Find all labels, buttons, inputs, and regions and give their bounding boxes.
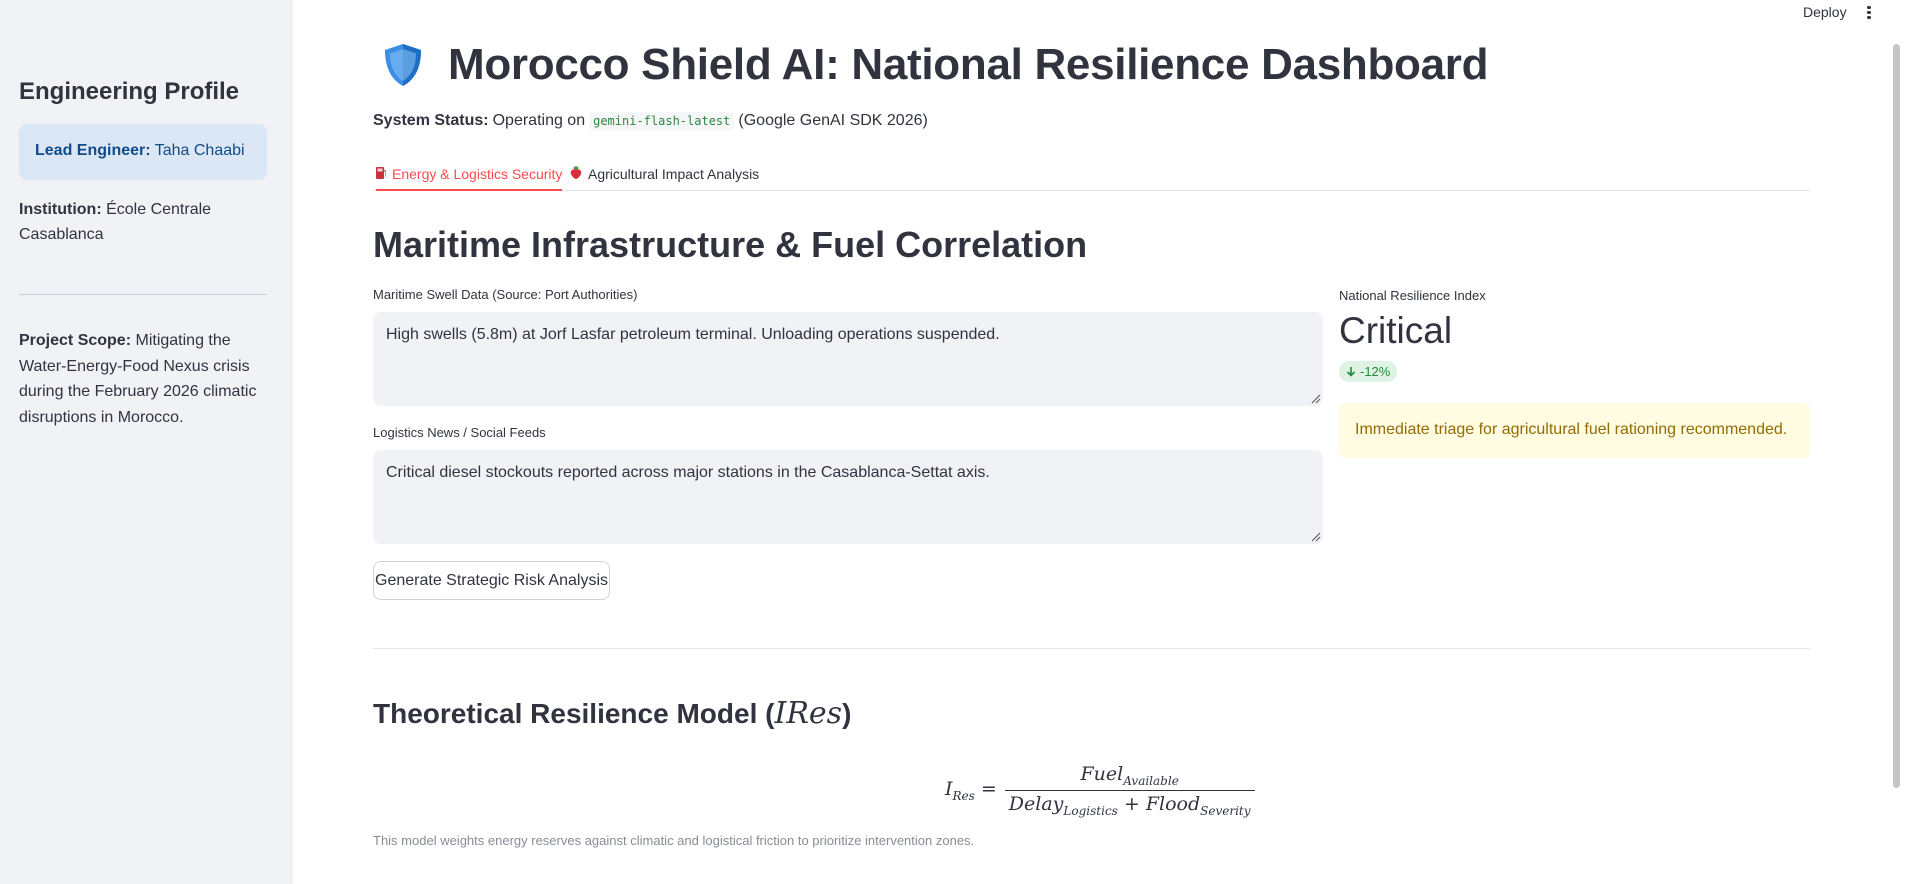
project-scope: Project Scope: Mitigating the Water-Ener… bbox=[19, 328, 274, 430]
model-caption: This model weights energy reserves again… bbox=[373, 833, 975, 848]
model-title-suffix: ) bbox=[842, 698, 852, 729]
swell-data-value: High swells (5.8m) at Jorf Lasfar petrol… bbox=[386, 326, 1000, 343]
logistics-news-value: Critical diesel stockouts reported acros… bbox=[386, 464, 990, 481]
shield-icon bbox=[385, 44, 421, 86]
tab-label: Agricultural Impact Analysis bbox=[588, 166, 760, 182]
sidebar: Engineering Profile Lead Engineer: Taha … bbox=[0, 0, 293, 884]
section-title: Maritime Infrastructure & Fuel Correlati… bbox=[373, 224, 1088, 265]
page-title: Morocco Shield AI: National Resilience D… bbox=[448, 40, 1489, 89]
tab-bar: Energy & Logistics Security Agricultural… bbox=[373, 158, 1810, 191]
fuel-pump-icon bbox=[376, 166, 387, 182]
sidebar-title: Engineering Profile bbox=[19, 78, 240, 105]
generate-risk-analysis-button[interactable]: Generate Strategic Risk Analysis bbox=[373, 561, 610, 600]
swell-data-textarea[interactable]: High swells (5.8m) at Jorf Lasfar petrol… bbox=[373, 312, 1323, 406]
page-header: Morocco Shield AI: National Resilience D… bbox=[382, 40, 1488, 90]
lead-engineer-name: Taha Chaabi bbox=[154, 142, 245, 159]
section-divider bbox=[373, 648, 1810, 649]
institution-label: Institution: bbox=[19, 201, 102, 218]
lead-engineer-info: Lead Engineer: Taha Chaabi bbox=[19, 124, 267, 180]
scrollbar[interactable] bbox=[1893, 44, 1900, 788]
system-status: System Status: Operating on gemini-flash… bbox=[373, 112, 928, 130]
resilience-formula: IRes = FuelAvailable DelayLogistics + Fl… bbox=[945, 763, 1255, 818]
warning-alert: Immediate triage for agricultural fuel r… bbox=[1339, 403, 1810, 458]
status-suffix: (Google GenAI SDK 2026) bbox=[738, 112, 928, 129]
model-title-prefix: Theoretical Resilience Model ( bbox=[373, 698, 775, 729]
metric-value: Critical bbox=[1339, 310, 1453, 351]
tab-label: Energy & Logistics Security bbox=[392, 166, 563, 182]
logistics-news-textarea[interactable]: Critical diesel stockouts reported acros… bbox=[373, 450, 1323, 544]
project-scope-label: Project Scope: bbox=[19, 332, 132, 349]
model-title: Theoretical Resilience Model ( I Res ) bbox=[373, 696, 851, 731]
lead-engineer-label: Lead Engineer: bbox=[35, 142, 151, 159]
model-title-var: I bbox=[774, 696, 787, 731]
status-label: System Status: bbox=[373, 112, 489, 129]
model-code: gemini-flash-latest bbox=[589, 112, 735, 130]
deploy-button[interactable]: Deploy bbox=[1803, 4, 1847, 20]
tab-energy-logistics[interactable]: Energy & Logistics Security bbox=[376, 160, 563, 191]
tab-agricultural-impact[interactable]: Agricultural Impact Analysis bbox=[570, 160, 759, 188]
logistics-news-label: Logistics News / Social Feeds bbox=[373, 425, 546, 440]
strawberry-icon bbox=[570, 166, 582, 182]
status-text: Operating on bbox=[492, 112, 586, 129]
main-menu-icon[interactable] bbox=[1862, 4, 1876, 22]
metric-delta-value: -12% bbox=[1360, 364, 1391, 379]
resize-handle-icon[interactable] bbox=[1311, 394, 1321, 404]
arrow-down-icon bbox=[1346, 367, 1356, 377]
metric-delta-badge: -12% bbox=[1339, 361, 1398, 382]
resize-handle-icon[interactable] bbox=[1311, 532, 1321, 542]
sidebar-divider bbox=[19, 294, 267, 295]
swell-data-label: Maritime Swell Data (Source: Port Author… bbox=[373, 287, 638, 302]
institution: Institution: École Centrale Casablanca bbox=[19, 197, 269, 247]
model-title-sub: Res bbox=[786, 696, 843, 731]
metric-label: National Resilience Index bbox=[1339, 288, 1486, 303]
